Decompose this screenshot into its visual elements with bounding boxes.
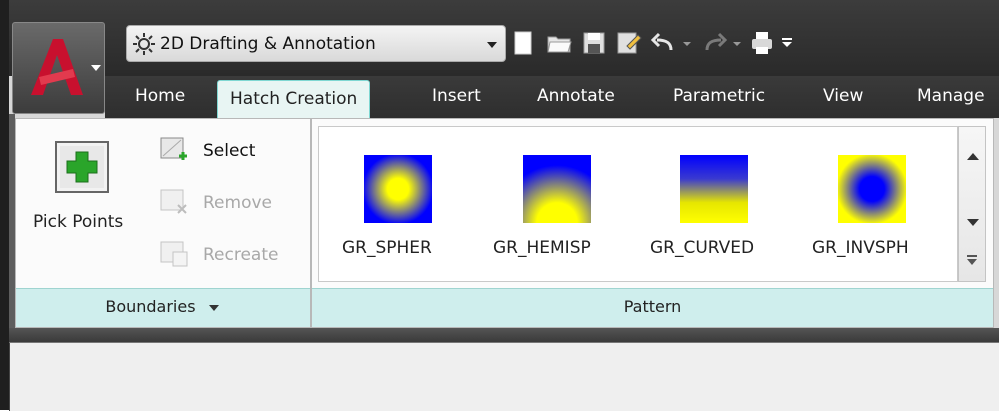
boundaries-panel-footer[interactable]: Boundaries — [16, 288, 310, 327]
autocad-a-logo — [31, 39, 83, 95]
chevron-down-icon — [208, 304, 219, 311]
redo-dropdown-icon[interactable] — [729, 28, 745, 58]
recreate-boundary-icon — [160, 241, 188, 267]
title-bar: 2D Drafting & Annotation — [9, 0, 999, 76]
gr-hemisp-label: GR_HEMISP — [493, 238, 591, 258]
application-menu-button[interactable] — [12, 22, 105, 114]
drawing-area-frame — [9, 343, 999, 411]
arrow-down-icon — [967, 219, 979, 226]
window-left-frame — [0, 0, 9, 410]
chevron-down-icon — [487, 42, 497, 48]
remove-button[interactable]: Remove — [159, 188, 293, 222]
chevron-down-icon — [91, 65, 101, 71]
recreate-button[interactable]: Recreate — [159, 240, 299, 274]
workspace-switcher[interactable]: 2D Drafting & Annotation — [126, 25, 506, 62]
new-icon[interactable] — [508, 28, 538, 58]
boundaries-panel-title: Boundaries — [105, 297, 196, 316]
pattern-scroller — [958, 126, 986, 282]
select-label: Select — [203, 141, 256, 161]
tab-manage[interactable]: Manage — [917, 86, 985, 106]
redo-icon[interactable] — [699, 28, 729, 58]
tab-hatch-creation[interactable]: Hatch Creation — [217, 80, 371, 118]
tab-insert[interactable]: Insert — [432, 86, 481, 106]
gr-invsph-swatch[interactable] — [838, 155, 906, 223]
gr-curved-label: GR_CURVED — [650, 238, 755, 258]
remove-label: Remove — [203, 193, 272, 213]
scroll-up-button[interactable] — [959, 131, 985, 181]
autocad-window: 2D Drafting & Annotation Home Hatch Crea… — [0, 0, 999, 411]
recreate-label: Recreate — [203, 245, 279, 265]
drawing-area[interactable] — [9, 342, 999, 411]
workspace-label: 2D Drafting & Annotation — [160, 34, 376, 54]
pattern-panel-footer: Pattern — [312, 288, 993, 327]
tab-home[interactable]: Home — [135, 86, 185, 106]
open-icon[interactable] — [544, 28, 574, 58]
remove-boundaries-icon — [160, 189, 187, 214]
pick-points-label[interactable]: Pick Points — [33, 212, 123, 232]
arrow-up-icon — [967, 153, 979, 160]
more-button[interactable] — [959, 243, 985, 279]
plus-icon[interactable] — [54, 140, 110, 194]
tab-view[interactable]: View — [823, 86, 863, 106]
gr-spher-label: GR_SPHER — [342, 238, 432, 258]
select-objects-icon — [160, 137, 187, 160]
gr-invsph-label: GR_INVSPH — [812, 238, 909, 258]
save-icon[interactable] — [579, 28, 609, 58]
gr-curved-swatch[interactable] — [680, 155, 748, 223]
undo-icon[interactable] — [649, 28, 679, 58]
ribbon-divider — [9, 328, 999, 342]
pattern-panel-title: Pattern — [623, 297, 682, 316]
save-as-icon[interactable] — [613, 28, 643, 58]
ribbon-tab-bar: Home Hatch Creation Insert Annotate Para… — [105, 76, 999, 118]
gr-hemisp-swatch[interactable] — [523, 155, 591, 223]
tab-parametric[interactable]: Parametric — [673, 86, 765, 106]
more-icon — [967, 255, 977, 265]
select-button[interactable]: Select — [159, 136, 269, 170]
tab-annotate[interactable]: Annotate — [537, 86, 615, 106]
customize-dropdown-icon[interactable] — [779, 28, 795, 58]
gear-icon — [133, 33, 155, 55]
plot-icon[interactable] — [747, 28, 777, 58]
gr-spher-swatch[interactable] — [364, 155, 432, 223]
scroll-down-button[interactable] — [959, 197, 985, 247]
undo-dropdown-icon[interactable] — [679, 28, 695, 58]
